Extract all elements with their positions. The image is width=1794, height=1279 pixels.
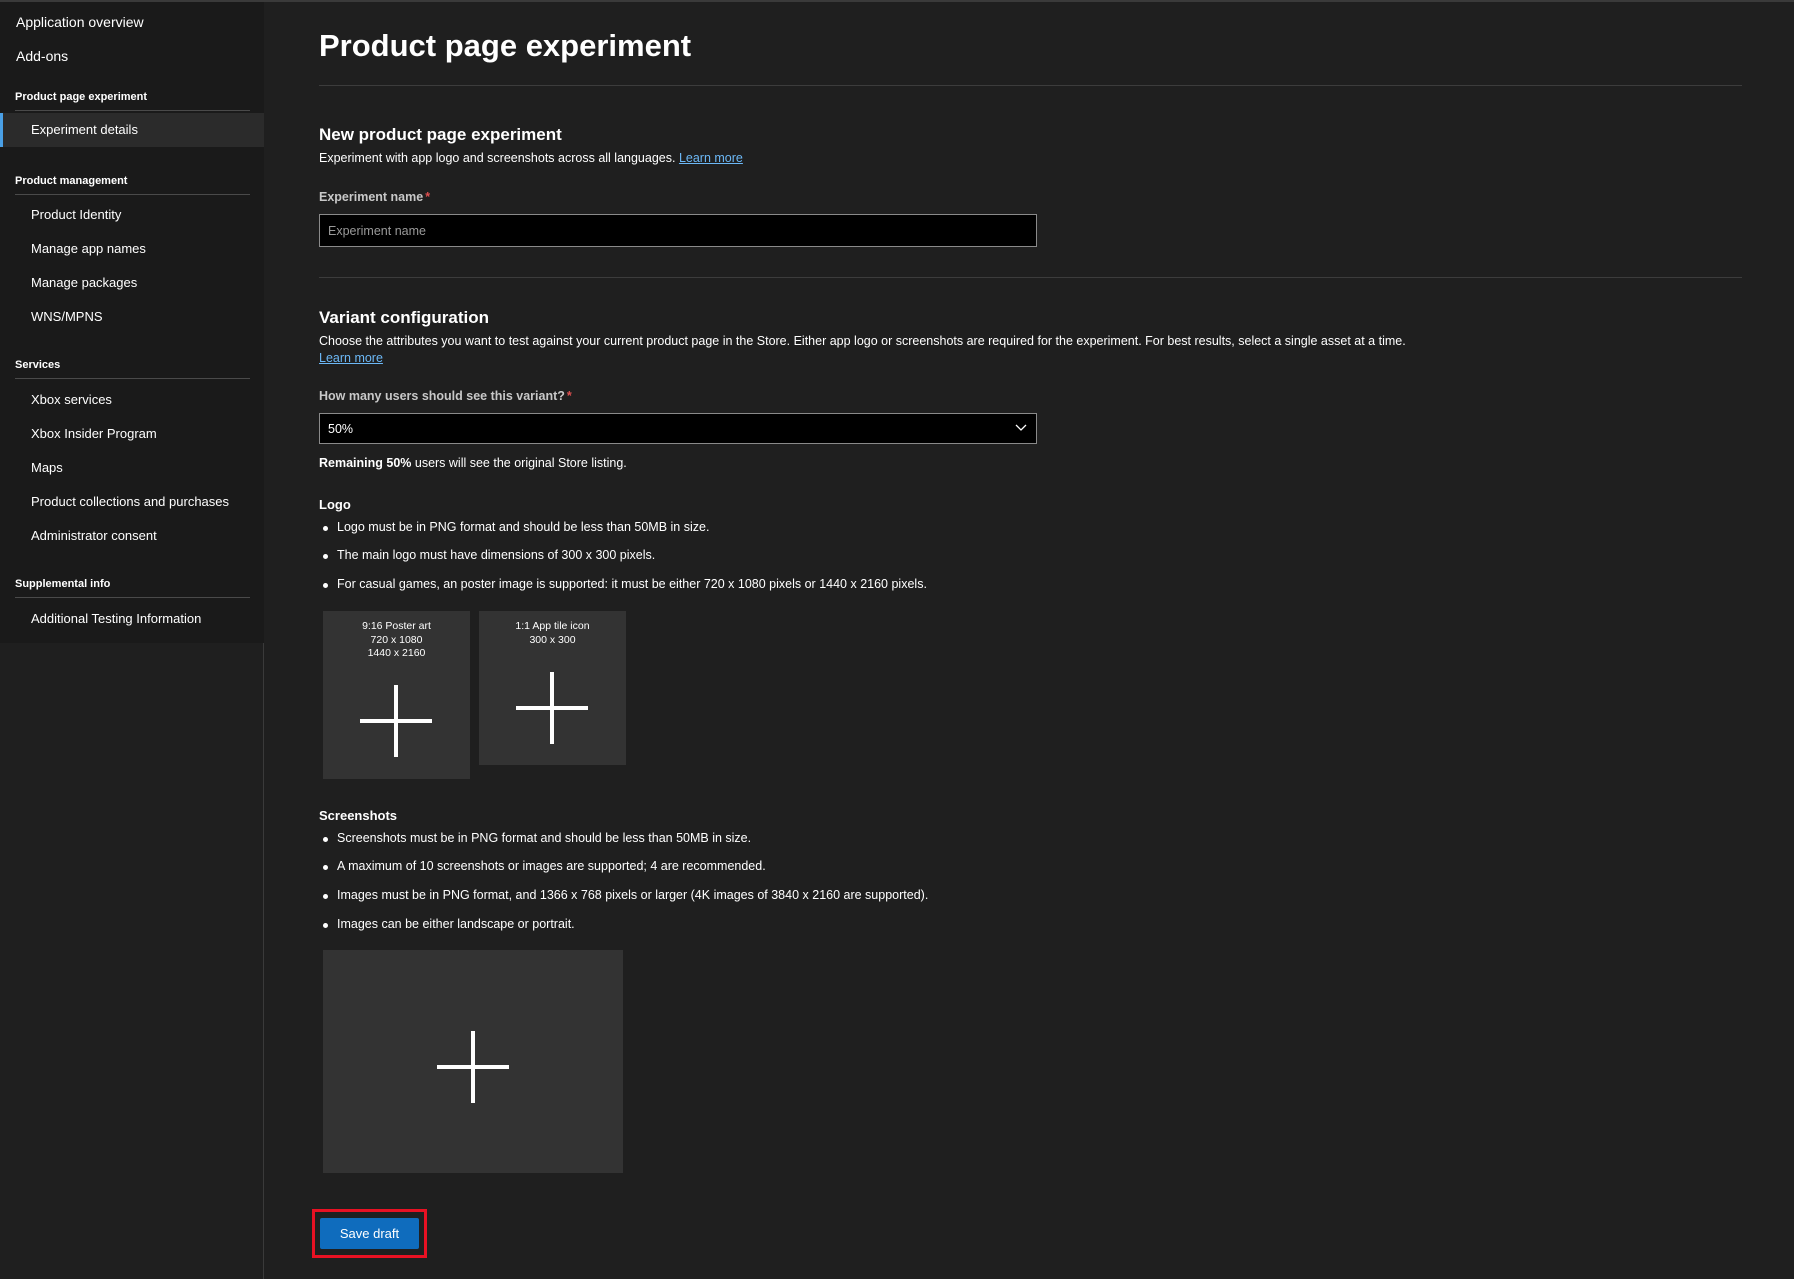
sidebar-item-maps[interactable]: Maps — [31, 460, 63, 475]
sidebar-item-application-overview[interactable]: Application overview — [16, 14, 144, 30]
selected-indicator — [0, 113, 3, 147]
sidebar-item-wns-mpns[interactable]: WNS/MPNS — [31, 309, 103, 324]
tile-caption-line: 9:16 Poster art — [362, 620, 431, 632]
variant-users-label-text: How many users should see this variant? — [319, 389, 565, 403]
logo-bullet: The main logo must have dimensions of 30… — [322, 548, 656, 562]
save-draft-button[interactable]: Save draft — [320, 1218, 419, 1249]
screenshots-bullet: Images must be in PNG format, and 1366 x… — [322, 888, 929, 902]
remaining-users-bold: Remaining 50% — [319, 456, 412, 470]
sidebar-item-experiment-details[interactable]: Experiment details — [0, 113, 264, 147]
experiment-name-label-text: Experiment name — [319, 190, 424, 204]
sidebar-item-add-ons[interactable]: Add-ons — [16, 48, 68, 64]
app-tile-icon-upload-tile[interactable]: 1:1 App tile icon 300 x 300 — [479, 611, 626, 765]
variant-description: Choose the attributes you want to test a… — [319, 334, 1406, 348]
save-draft-highlight: Save draft — [312, 1209, 427, 1258]
tile-caption-line: 720 x 1080 — [370, 633, 423, 646]
tile-caption-line: 1440 x 2160 — [367, 647, 426, 659]
app-window: Application overview Add-ons Product pag… — [0, 0, 1794, 1279]
sidebar-section-product-page-experiment: Product page experiment — [15, 91, 250, 111]
screenshots-heading: Screenshots — [319, 808, 398, 823]
screenshots-bullet: Screenshots must be in PNG format and sh… — [322, 831, 752, 845]
sidebar-item-product-collections[interactable]: Product collections and purchases — [31, 494, 229, 509]
sidebar-section-product-management: Product management — [15, 175, 250, 195]
sidebar-item-xbox-insider-program[interactable]: Xbox Insider Program — [31, 426, 157, 441]
section-divider — [319, 277, 1742, 278]
sidebar-item-manage-app-names[interactable]: Manage app names — [31, 241, 146, 256]
screenshots-bullet: A maximum of 10 screenshots or images ar… — [323, 859, 766, 873]
variant-configuration-title: Variant configuration — [319, 308, 490, 327]
screenshots-bullet: Images can be either landscape or portra… — [323, 917, 575, 931]
remaining-users-text: users will see the original Store listin… — [411, 456, 627, 470]
variant-learn-more-link[interactable]: Learn more — [319, 351, 383, 365]
experiment-name-label: Experiment name * — [319, 190, 430, 204]
variant-users-dropdown[interactable]: 50% — [319, 413, 1037, 444]
title-divider — [319, 85, 1742, 86]
top-border — [0, 0, 1794, 2]
logo-bullet: For casual games, an poster image is sup… — [323, 577, 927, 591]
sidebar-section-supplemental-info: Supplemental info — [15, 578, 250, 598]
poster-art-upload-tile[interactable]: 9:16 Poster art 720 x 1080 1440 x 2160 — [323, 611, 470, 779]
sidebar-item-product-identity[interactable]: Product Identity — [31, 207, 121, 222]
remaining-users-note: Remaining 50% users will see the origina… — [319, 456, 627, 470]
chevron-down-icon — [1015, 424, 1027, 431]
page-title: Product page experiment — [319, 28, 692, 63]
new-experiment-description-text: Experiment with app logo and screenshots… — [319, 151, 676, 165]
logo-bullet: Logo must be in PNG format and should be… — [322, 520, 710, 534]
sidebar-item-xbox-services[interactable]: Xbox services — [31, 392, 112, 407]
variant-users-selected-value: 50% — [328, 422, 354, 436]
sidebar-item-additional-testing-information[interactable]: Additional Testing Information — [31, 611, 201, 626]
sidebar-item-administrator-consent[interactable]: Administrator consent — [31, 528, 157, 543]
sidebar-item-manage-packages[interactable]: Manage packages — [31, 275, 137, 290]
new-experiment-description: Experiment with app logo and screenshots… — [319, 151, 743, 165]
variant-users-label: How many users should see this variant? * — [319, 389, 572, 403]
experiment-name-input[interactable] — [319, 214, 1037, 247]
tile-caption: 1:1 App tile icon 300 x 300 — [479, 620, 626, 647]
tile-caption-line: 1:1 App tile icon — [515, 620, 590, 632]
required-mark: * — [566, 389, 572, 403]
required-mark: * — [425, 190, 431, 204]
screenshot-upload-tile[interactable] — [323, 950, 623, 1173]
sidebar-section-services: Services — [15, 359, 250, 379]
learn-more-link[interactable]: Learn more — [679, 151, 743, 165]
tile-caption-line: 300 x 300 — [529, 633, 576, 646]
sidebar-item-label: Experiment details — [31, 122, 138, 137]
logo-heading: Logo — [319, 497, 351, 512]
new-experiment-title: New product page experiment — [319, 125, 562, 144]
sidebar: Application overview Add-ons Product pag… — [0, 2, 264, 1279]
tile-caption: 9:16 Poster art 720 x 1080 1440 x 2160 — [323, 620, 470, 661]
variant-learn-more-row: Learn more — [319, 351, 383, 365]
